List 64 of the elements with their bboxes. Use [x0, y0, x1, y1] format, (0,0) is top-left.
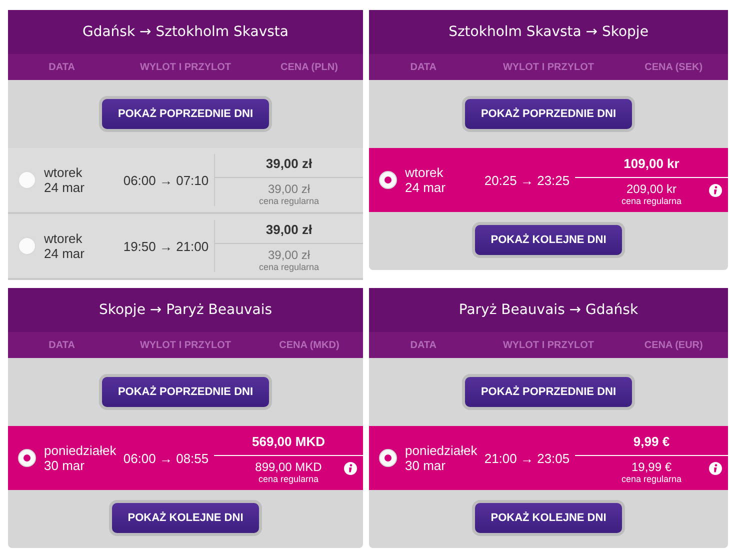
- next-days-button[interactable]: POKAŻ KOLEJNE DNI: [108, 500, 262, 536]
- radio-button[interactable]: [379, 171, 397, 189]
- regular-price-label: cena regularna: [258, 474, 319, 484]
- price-label: 39,00 zł: [215, 154, 363, 178]
- price-label: 569,00 MKD: [214, 432, 363, 456]
- flight-row[interactable]: wtorek 24 mar 20:25 → 23:25 109,00 kr 209,00 kr cena regularna: [369, 148, 728, 212]
- regular-price-label: cena regularna: [258, 262, 320, 272]
- previous-days-button[interactable]: POKAŻ POPRZEDNIE DNI: [462, 374, 636, 410]
- column-header: WYLOT I PRZYLOT: [140, 340, 232, 350]
- regular-price: 39,00 zł: [268, 182, 310, 196]
- column-header: CENA (PLN): [280, 62, 338, 72]
- info-icon[interactable]: [709, 462, 722, 475]
- regular-price-label: cena regularna: [258, 196, 320, 206]
- regular-price: 19,99 €: [631, 460, 672, 474]
- column-header: DATA: [410, 62, 437, 72]
- radio-button[interactable]: [18, 237, 36, 255]
- date-label: 24 mar: [405, 180, 446, 195]
- flight-times: 20:25 → 23:25: [484, 172, 570, 188]
- price-label: 39,00 zł: [215, 220, 363, 244]
- route-title: Sztokholm Skavsta → Skopje: [369, 10, 728, 54]
- previous-days-button[interactable]: POKAŻ POPRZEDNIE DNI: [98, 96, 272, 132]
- flight-row[interactable]: wtorek 24 mar 19:50 → 21:00 39,00 zł 39,00 zł cena regularna: [8, 214, 363, 280]
- day-label: wtorek: [44, 165, 82, 180]
- flight-row[interactable]: wtorek 24 mar 06:00 → 07:10 39,00 zł 39,00 zł cena regularna: [8, 148, 363, 214]
- column-header: CENA (EUR): [644, 340, 703, 350]
- regular-price: 209,00 kr: [626, 182, 677, 196]
- column-header: CENA (SEK): [644, 62, 703, 72]
- column-header: DATA: [48, 62, 75, 72]
- day-label: poniedziałek: [405, 443, 478, 458]
- route-title: Gdańsk → Sztokholm Skavsta: [8, 10, 363, 54]
- column-header: WYLOT I PRZYLOT: [140, 62, 232, 72]
- previous-days-button[interactable]: POKAŻ POPRZEDNIE DNI: [98, 374, 272, 410]
- column-header: WYLOT I PRZYLOT: [502, 340, 594, 350]
- column-header: DATA: [48, 340, 75, 350]
- regular-price-label: cena regularna: [621, 196, 682, 206]
- day-label: wtorek: [405, 165, 444, 180]
- flight-times: 06:00 → 08:55: [123, 450, 209, 466]
- price-label: 9,99 €: [575, 432, 728, 456]
- price-label: 109,00 kr: [575, 154, 728, 178]
- date-label: 24 mar: [44, 246, 84, 261]
- next-days-button[interactable]: POKAŻ KOLEJNE DNI: [472, 222, 626, 258]
- info-icon[interactable]: [709, 184, 722, 197]
- flight-times: 06:00 → 07:10: [123, 172, 209, 188]
- regular-price: 39,00 zł: [268, 248, 310, 262]
- route-title: Skopje → Paryż Beauvais: [8, 288, 363, 332]
- regular-price-label: cena regularna: [621, 474, 682, 484]
- info-icon[interactable]: [344, 462, 357, 475]
- date-label: 30 mar: [405, 458, 446, 473]
- radio-button[interactable]: [18, 449, 36, 467]
- next-days-button[interactable]: POKAŻ KOLEJNE DNI: [472, 500, 626, 536]
- regular-price: 899,00 MKD: [255, 460, 322, 474]
- route-title: Paryż Beauvais → Gdańsk: [369, 288, 728, 332]
- radio-button[interactable]: [18, 171, 36, 189]
- radio-button[interactable]: [379, 449, 397, 467]
- day-label: wtorek: [44, 231, 82, 246]
- flight-times: 19:50 → 21:00: [123, 238, 209, 254]
- date-label: 24 mar: [44, 180, 84, 195]
- column-header: DATA: [410, 340, 437, 350]
- flight-times: 21:00 → 23:05: [484, 450, 570, 466]
- date-label: 30 mar: [44, 458, 84, 473]
- column-header: CENA (MKD): [279, 340, 340, 350]
- day-label: poniedziałek: [44, 443, 116, 458]
- column-header: WYLOT I PRZYLOT: [502, 62, 594, 72]
- previous-days-button[interactable]: POKAŻ POPRZEDNIE DNI: [462, 96, 636, 132]
